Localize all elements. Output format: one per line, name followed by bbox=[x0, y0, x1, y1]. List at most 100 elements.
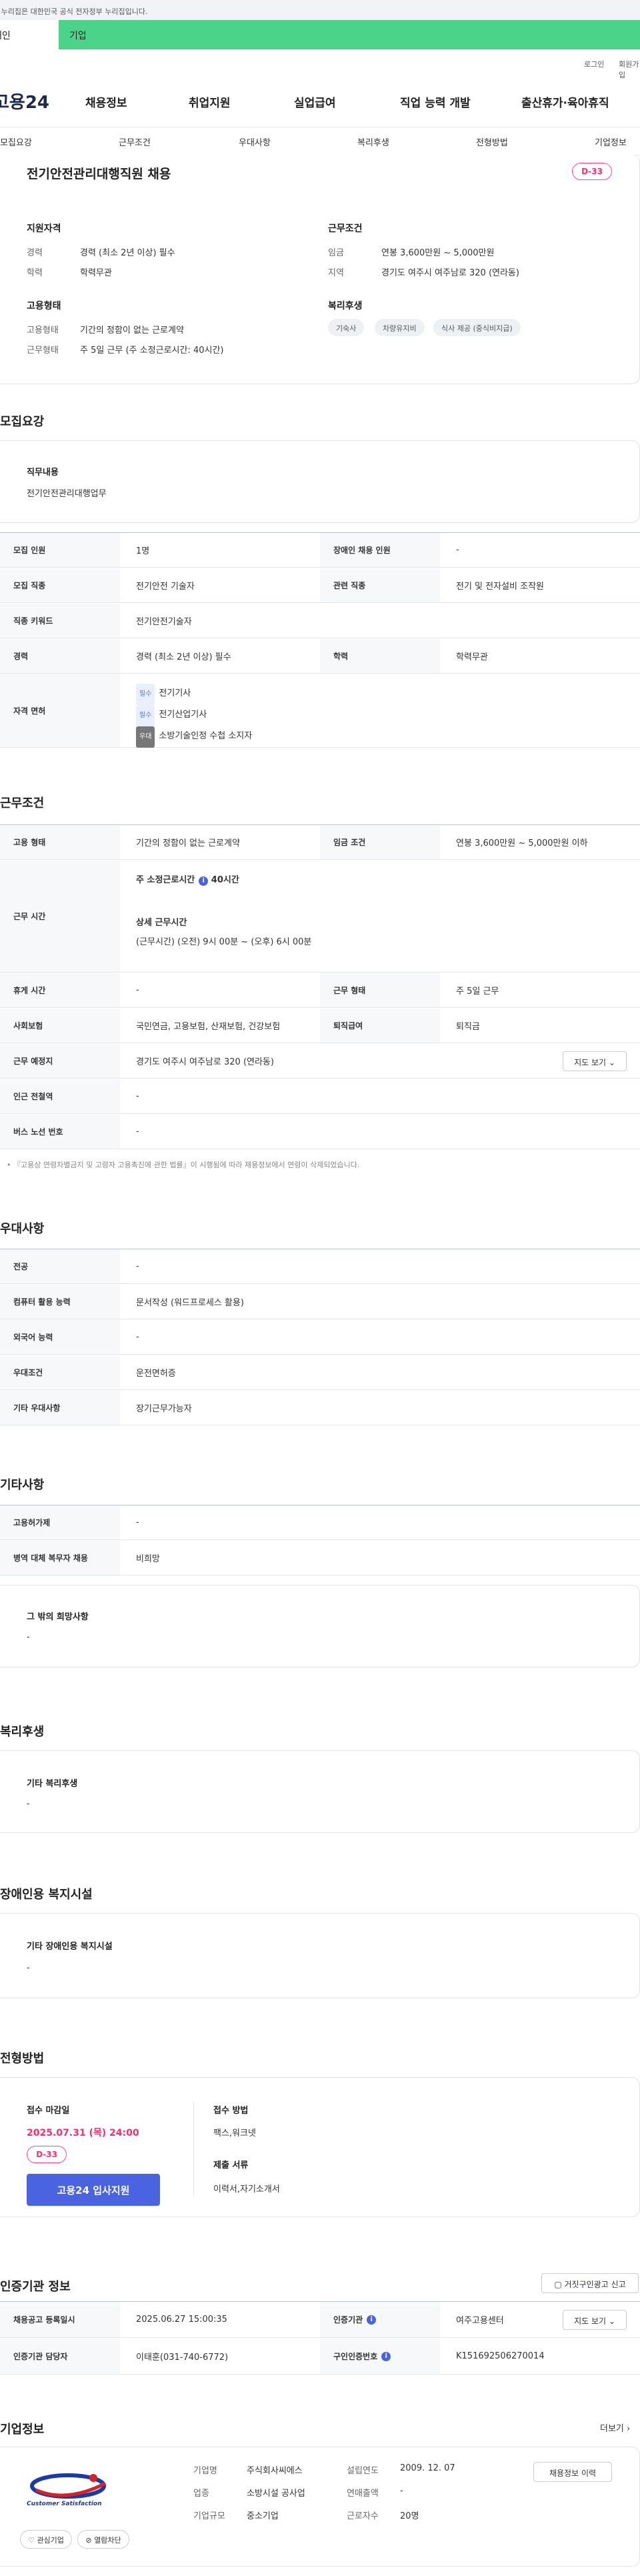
gnb-item-parental-leave[interactable]: 출산휴가·육아휴직 bbox=[521, 93, 609, 110]
section-title-etc: 기타사항 bbox=[0, 1478, 45, 1492]
gnb-item-jobs[interactable]: 채용정보 bbox=[85, 93, 127, 110]
selection-card: 접수 마감일 2025.07.31 (목) 24:00 D-33 고용24 입사… bbox=[0, 2077, 640, 2217]
cond-value: 연봉 3,600만원 ~ 5,000만원 bbox=[381, 248, 495, 258]
company-more-link[interactable]: 더보기 › bbox=[600, 2421, 630, 2434]
section-title-pref: 우대사항 bbox=[0, 1222, 45, 1236]
gnb-item-unemployment-benefit[interactable]: 실업급여 bbox=[294, 93, 336, 110]
company-value: - bbox=[400, 2486, 403, 2496]
company-value: 20명 bbox=[400, 2511, 419, 2521]
cert-map-button[interactable]: 지도 보기 ⌄ bbox=[563, 2310, 627, 2330]
method-label: 접수 방법 bbox=[213, 2106, 249, 2116]
subnav-recruit[interactable]: 모집요강 bbox=[0, 135, 32, 148]
th-hours: 근무 시간 bbox=[0, 860, 120, 972]
td-etc: 비희망 bbox=[136, 1554, 160, 1564]
cond-heading: 근무조건 bbox=[328, 223, 363, 234]
td-reg: 2025.06.27 15:00:35 bbox=[136, 2315, 227, 2325]
qual-label: 학력 bbox=[27, 268, 43, 278]
subnav-preferences[interactable]: 우대사항 bbox=[239, 135, 271, 148]
hours-detail-title: 상세 근무시간 bbox=[136, 918, 187, 928]
td-work-form: 주 5일 근무 bbox=[456, 987, 499, 997]
td-break: - bbox=[136, 985, 139, 995]
gov-banner: 이 누리집은 대한민국 공식 전자정부 누리집입니다. bbox=[0, 0, 640, 20]
subnav-welfare[interactable]: 복리후생 bbox=[357, 135, 389, 148]
interest-company-button[interactable]: ♡ 관심기업 bbox=[20, 2530, 72, 2549]
td-keyword: 전기안전기술자 bbox=[136, 617, 192, 627]
td-emp-type: 기간의 정함이 없는 근로계약 bbox=[136, 838, 240, 848]
th-cert-id: 구인인증번호 i bbox=[320, 2339, 440, 2374]
disabled-fac-title: 기타 장애인용 복지시설 bbox=[27, 1942, 113, 1952]
td-related: 전기 및 전자설비 조작원 bbox=[456, 582, 544, 592]
qual-heading: 지원자격 bbox=[27, 223, 61, 234]
hiring-history-button[interactable]: 채용정보 이력 bbox=[533, 2462, 612, 2482]
welfare-chip: 차량유지비 bbox=[375, 319, 425, 336]
cond-label: 임금 bbox=[328, 248, 344, 258]
tab-business[interactable]: 기업 bbox=[69, 29, 87, 42]
cond-label: 지역 bbox=[328, 268, 344, 278]
td-wage: 연봉 3,600만원 ~ 5,000만원 이하 bbox=[456, 838, 588, 848]
signup-link[interactable]: 회원가입 bbox=[619, 59, 640, 80]
th-etc: 고용허가제 bbox=[0, 1505, 120, 1539]
report-fake-ad-button[interactable]: ▢ 거짓구인광고 신고 bbox=[541, 2273, 639, 2293]
dday-badge: D-33 bbox=[27, 2146, 67, 2163]
th-bus: 버스 노선 번호 bbox=[0, 1115, 120, 1149]
th-break: 휴게 시간 bbox=[0, 973, 120, 1007]
summary-card: 전기안전관리대행직원 채용 D-33 지원자격 경력 경력 (최소 2년 이상)… bbox=[0, 155, 640, 384]
subnav-company[interactable]: 기업정보 bbox=[595, 135, 627, 148]
site-logo[interactable]: 고용24 bbox=[0, 89, 56, 113]
section-title-recruit: 모집요강 bbox=[0, 415, 45, 429]
deadline-value: 2025.07.31 (목) 24:00 bbox=[27, 2128, 139, 2138]
welfare-heading: 복리후생 bbox=[328, 301, 363, 311]
company-value: 주식회사씨에스 bbox=[247, 2466, 303, 2476]
subnav-conditions[interactable]: 근무조건 bbox=[119, 135, 151, 148]
td-pref: 문서작성 (워드프로세스 활용) bbox=[136, 1298, 244, 1308]
td-pref: 장기근무가능자 bbox=[136, 1404, 192, 1414]
other-wish-title: 그 밖의 희망사항 bbox=[27, 1612, 89, 1622]
welfare-chip: 기숙사 bbox=[328, 319, 365, 336]
apply-button[interactable]: 고용24 입사지원 bbox=[27, 2174, 160, 2206]
qual-value: 학력무관 bbox=[80, 268, 112, 278]
th-pref: 외국어 능력 bbox=[0, 1320, 120, 1354]
th-license: 자격 면허 bbox=[0, 674, 120, 747]
company-card: Customer Satisfaction ♡ 관심기업 ⊘ 열람차단 기업명 … bbox=[0, 2447, 640, 2567]
company-label: 근로자수 bbox=[347, 2511, 379, 2521]
gnb-item-job-training[interactable]: 직업 능력 개발 bbox=[400, 93, 471, 110]
gnb-item-employment-support[interactable]: 취업지원 bbox=[189, 93, 231, 110]
block-view-button[interactable]: ⊘ 열람차단 bbox=[77, 2530, 129, 2549]
info-icon[interactable]: i bbox=[381, 2351, 391, 2361]
section-title-welfare: 복리후생 bbox=[0, 1725, 45, 1739]
emp-heading: 고용형태 bbox=[27, 301, 61, 311]
info-icon[interactable]: i bbox=[199, 876, 209, 886]
company-label: 기업명 bbox=[193, 2466, 217, 2476]
tab-individual[interactable]: 개인 bbox=[0, 20, 59, 49]
welfare-card: 기타 복리후생 - bbox=[0, 1750, 640, 1833]
disabled-fac-card: 기타 장애인용 복지시설 - bbox=[0, 1913, 640, 1998]
chevron-right-icon: › bbox=[627, 2424, 631, 2434]
method-value: 팩스,워크넷 bbox=[213, 2128, 256, 2138]
docs-label: 제출 서류 bbox=[213, 2160, 249, 2170]
chevron-down-icon: ⌄ bbox=[608, 1058, 615, 1067]
company-logo-text: Customer Satisfaction bbox=[27, 2501, 102, 2507]
td-bus: - bbox=[136, 1127, 139, 1137]
th-reg: 채용공고 등록일시 bbox=[0, 2302, 120, 2337]
other-wish-value: - bbox=[27, 1632, 30, 1642]
company-value: 중소기업 bbox=[247, 2511, 279, 2521]
td-pref: - bbox=[136, 1332, 139, 1342]
map-button[interactable]: 지도 보기 ⌄ bbox=[563, 1051, 627, 1071]
section-title-selection: 전형방법 bbox=[0, 2052, 45, 2066]
subnav-selection[interactable]: 전형방법 bbox=[476, 135, 508, 148]
th-place: 근무 예정지 bbox=[0, 1044, 120, 1078]
job-title: 전기안전관리대행직원 채용 bbox=[27, 167, 171, 181]
hours-detail: (근무시간) (오전) 9시 00분 ~ (오후) 6시 00분 bbox=[136, 937, 312, 947]
th-emp-type: 고용 형태 bbox=[0, 825, 120, 859]
emp-value: 기간의 정함이 없는 근로계약 bbox=[80, 326, 184, 336]
th-subway: 인근 전철역 bbox=[0, 1079, 120, 1113]
login-link[interactable]: 로그인 bbox=[584, 59, 604, 69]
th-job: 모집 직종 bbox=[0, 568, 120, 602]
td-count: 1명 bbox=[136, 546, 150, 556]
company-logo: Customer Satisfaction bbox=[27, 2471, 113, 2511]
info-icon[interactable]: i bbox=[367, 2315, 377, 2325]
td-insurance: 국민연금, 고용보험, 산재보험, 건강보험 bbox=[136, 1022, 281, 1032]
th-edu: 학력 bbox=[320, 639, 440, 673]
license-item: 우대 소방기술인정 수첩 소지자 bbox=[136, 726, 252, 748]
qual-value: 경력 (최소 2년 이상) 필수 bbox=[80, 248, 175, 258]
